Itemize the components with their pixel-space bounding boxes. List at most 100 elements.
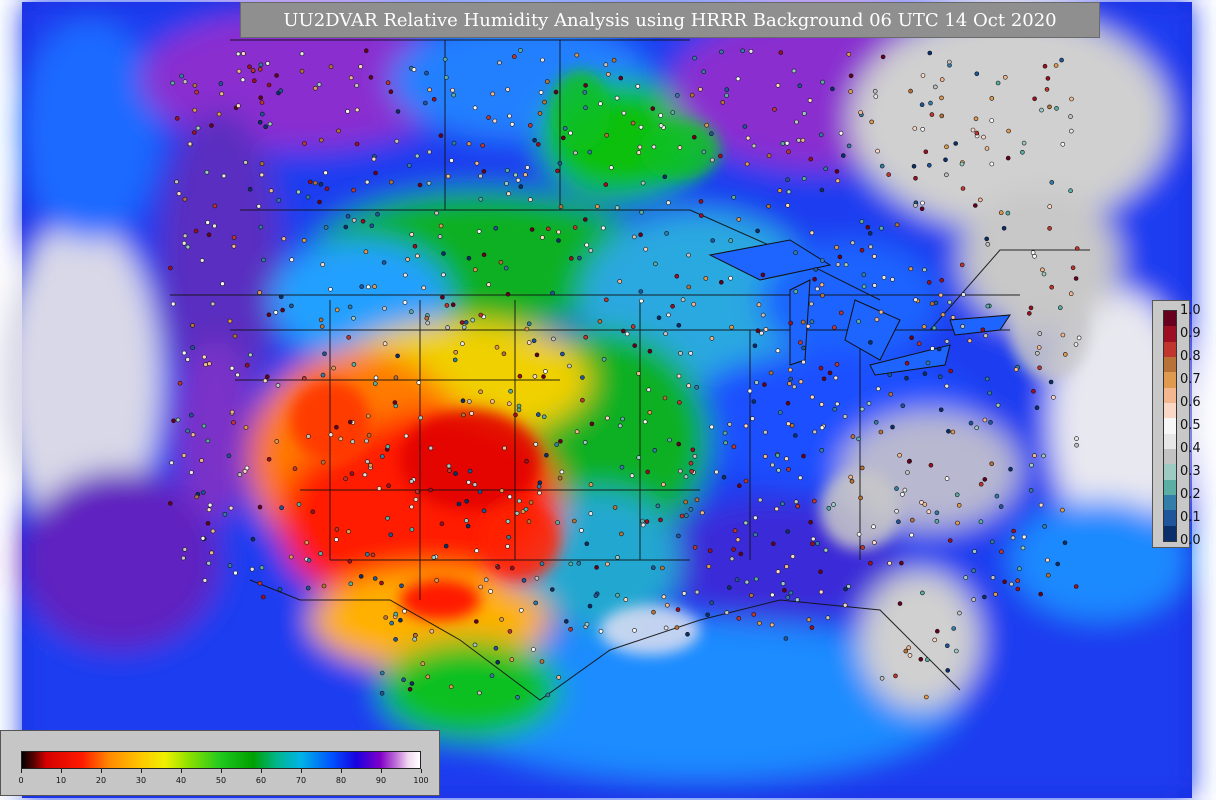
station-marker	[866, 401, 872, 406]
station-marker	[219, 91, 224, 97]
station-marker	[698, 199, 704, 204]
station-marker	[1031, 388, 1036, 394]
station-marker	[364, 179, 370, 185]
station-marker	[918, 656, 924, 662]
station-marker	[801, 345, 806, 351]
station-marker	[202, 578, 208, 583]
station-marker	[848, 73, 854, 79]
station-marker	[179, 73, 184, 79]
station-marker	[588, 482, 594, 487]
station-marker	[875, 148, 880, 154]
station-marker	[982, 594, 987, 600]
station-marker	[395, 353, 400, 359]
station-marker	[859, 219, 865, 224]
station-marker	[953, 141, 959, 146]
station-marker	[369, 223, 375, 229]
station-marker	[597, 319, 603, 324]
obs-colorbar-swatch	[1164, 326, 1176, 343]
station-marker	[618, 75, 624, 81]
station-marker	[766, 204, 771, 209]
station-marker	[794, 119, 799, 125]
station-marker	[424, 315, 430, 321]
station-marker	[598, 628, 604, 634]
station-marker	[392, 400, 398, 405]
station-marker	[890, 277, 895, 282]
station-marker	[1063, 352, 1068, 357]
station-marker	[801, 359, 806, 365]
station-marker	[689, 469, 695, 474]
station-marker	[345, 213, 351, 219]
station-marker	[801, 111, 807, 116]
station-marker	[598, 101, 603, 106]
station-marker	[273, 310, 279, 315]
station-marker	[1062, 540, 1068, 546]
station-marker	[780, 141, 786, 146]
station-marker	[277, 587, 283, 592]
station-marker	[507, 494, 513, 500]
station-marker	[834, 245, 839, 250]
station-marker	[809, 301, 814, 307]
station-marker	[820, 293, 825, 298]
station-marker	[379, 690, 385, 696]
station-marker	[604, 133, 610, 138]
station-marker	[362, 472, 368, 478]
station-marker	[539, 659, 545, 664]
rh-analysis-map	[0, 2, 1192, 798]
station-marker	[920, 200, 925, 206]
station-marker	[989, 118, 995, 123]
station-marker	[365, 284, 371, 290]
station-marker	[661, 482, 666, 487]
station-marker	[320, 459, 326, 465]
station-marker	[316, 82, 322, 87]
station-marker	[1047, 226, 1052, 231]
station-marker	[873, 94, 879, 99]
station-marker	[505, 291, 511, 297]
station-marker	[1037, 331, 1043, 336]
station-marker	[438, 223, 444, 229]
station-marker	[886, 172, 892, 177]
station-marker	[299, 68, 305, 74]
station-marker	[205, 438, 211, 444]
station-marker	[201, 423, 207, 429]
station-marker	[731, 195, 737, 200]
station-marker	[1032, 96, 1037, 102]
station-marker	[785, 203, 791, 208]
station-marker	[946, 428, 951, 434]
station-marker	[731, 444, 737, 450]
station-marker	[582, 90, 588, 95]
station-marker	[701, 149, 707, 155]
station-marker	[723, 440, 728, 446]
station-marker	[1076, 335, 1082, 341]
station-marker	[1060, 142, 1066, 147]
station-marker	[801, 176, 807, 181]
station-marker	[207, 361, 212, 367]
station-marker	[305, 585, 311, 591]
station-marker	[724, 87, 730, 92]
station-marker	[501, 351, 507, 357]
station-marker	[813, 267, 819, 272]
station-marker	[379, 580, 384, 586]
station-marker	[947, 538, 953, 543]
station-marker	[643, 246, 649, 252]
station-marker	[379, 454, 385, 459]
station-marker	[775, 83, 781, 88]
station-marker	[632, 628, 637, 633]
station-marker	[743, 520, 749, 526]
station-marker	[401, 677, 406, 683]
station-marker	[278, 294, 284, 300]
station-marker	[683, 513, 689, 518]
station-marker	[1049, 284, 1054, 290]
station-marker	[911, 164, 917, 169]
station-marker	[1005, 210, 1011, 216]
station-marker	[181, 350, 187, 356]
station-marker	[190, 432, 196, 438]
station-marker	[464, 498, 470, 504]
station-marker	[663, 331, 668, 337]
station-marker	[442, 56, 448, 62]
station-marker	[661, 594, 667, 600]
station-marker	[568, 626, 573, 632]
station-marker	[734, 577, 740, 583]
station-marker	[790, 554, 796, 559]
station-marker	[304, 540, 310, 545]
station-marker	[414, 153, 420, 159]
